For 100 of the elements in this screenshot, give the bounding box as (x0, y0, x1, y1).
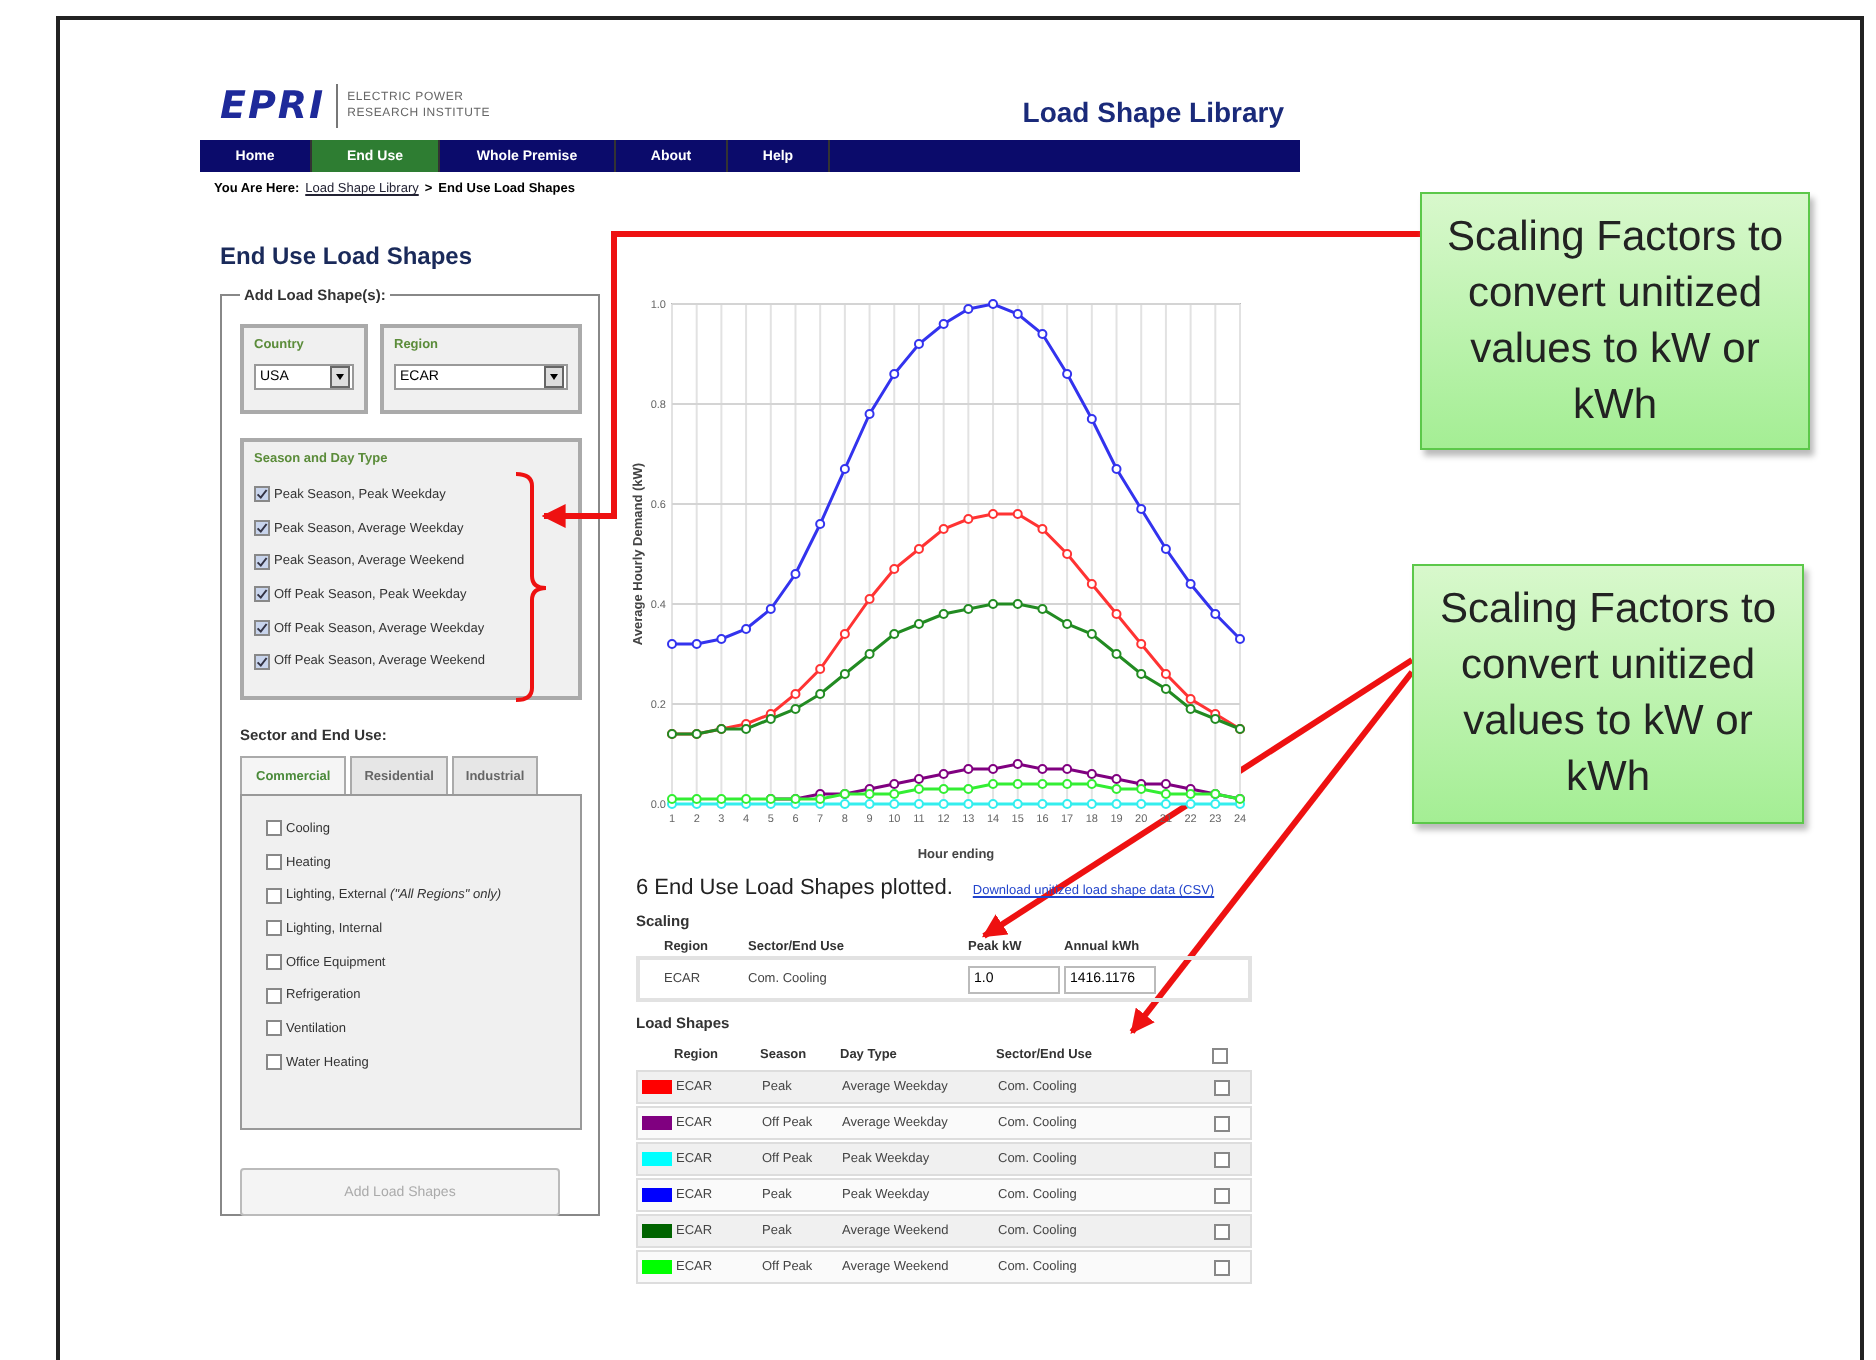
data-marker (741, 624, 752, 634)
data-marker (938, 769, 949, 779)
data-marker (815, 519, 826, 529)
checkbox[interactable] (266, 854, 282, 871)
data-marker (1136, 504, 1147, 514)
data-marker (1062, 619, 1073, 629)
checkbox[interactable] (1212, 1047, 1228, 1063)
data-marker (1111, 799, 1122, 809)
data-marker (1037, 604, 1048, 614)
data-marker (1012, 509, 1023, 519)
checkbox[interactable] (1214, 1223, 1230, 1239)
data-marker (815, 664, 826, 674)
data-marker (790, 569, 801, 579)
data-marker (1136, 669, 1147, 679)
data-marker (1086, 414, 1097, 424)
data-marker (839, 464, 850, 474)
checkbox[interactable] (254, 653, 270, 670)
data-marker (889, 369, 900, 379)
data-marker (963, 784, 974, 794)
checkbox[interactable] (254, 486, 270, 503)
data-marker (1037, 799, 1048, 809)
checkbox[interactable] (266, 1054, 282, 1071)
data-marker (988, 299, 999, 309)
checkbox[interactable] (254, 520, 270, 537)
data-marker (988, 764, 999, 774)
data-marker (864, 409, 875, 419)
results-heading: 6 End Use Load Shapes plotted. (636, 876, 953, 900)
data-marker (988, 599, 999, 609)
data-marker (1210, 609, 1221, 619)
data-marker (1160, 669, 1171, 679)
data-marker (938, 319, 949, 329)
checkbox[interactable] (1214, 1151, 1230, 1167)
checkbox[interactable] (254, 586, 270, 603)
data-marker (913, 799, 924, 809)
checkbox[interactable] (266, 920, 282, 937)
data-marker (1012, 309, 1023, 319)
checkbox[interactable] (266, 987, 282, 1004)
data-marker (938, 524, 949, 534)
data-marker (1086, 799, 1097, 809)
checkbox[interactable] (1214, 1115, 1230, 1131)
checkbox[interactable] (266, 820, 282, 837)
checkbox[interactable] (254, 553, 270, 570)
data-marker (988, 509, 999, 519)
checkbox[interactable] (266, 1020, 282, 1037)
data-marker (839, 629, 850, 639)
data-marker (889, 564, 900, 574)
data-marker (963, 304, 974, 314)
data-marker (988, 799, 999, 809)
data-marker (1160, 684, 1171, 694)
data-marker (1160, 544, 1171, 554)
data-marker (1012, 799, 1023, 809)
data-marker (765, 604, 776, 614)
data-marker (963, 764, 974, 774)
data-marker (1086, 579, 1097, 589)
data-marker (839, 669, 850, 679)
data-marker (1062, 799, 1073, 809)
data-marker (1136, 799, 1147, 809)
data-marker (913, 339, 924, 349)
checkbox[interactable] (266, 954, 282, 971)
data-marker (963, 514, 974, 524)
data-marker (864, 594, 875, 604)
data-marker (790, 704, 801, 714)
data-marker (1062, 369, 1073, 379)
data-marker (1111, 609, 1122, 619)
data-marker (1037, 764, 1048, 774)
checkbox[interactable] (1214, 1187, 1230, 1203)
callout-box: Scaling Factors to convert unitized values to kW or kWh (1412, 564, 1804, 824)
data-marker (913, 544, 924, 554)
checkbox[interactable] (254, 620, 270, 637)
data-marker (889, 629, 900, 639)
data-marker (1086, 629, 1097, 639)
data-marker (1037, 524, 1048, 534)
checkbox[interactable] (266, 887, 282, 904)
data-marker (963, 799, 974, 809)
data-marker (790, 689, 801, 699)
data-marker (667, 639, 677, 649)
data-marker (691, 639, 702, 649)
data-marker (1037, 329, 1048, 339)
data-marker (1136, 639, 1147, 649)
data-marker (938, 784, 949, 794)
data-marker (1062, 779, 1073, 789)
checkbox[interactable] (1214, 1079, 1230, 1095)
section-title: End Use Load Shapes (220, 242, 475, 270)
data-marker (1111, 649, 1122, 659)
data-marker (1111, 464, 1122, 474)
data-marker (988, 779, 999, 789)
data-marker (1235, 634, 1245, 644)
data-marker (1012, 759, 1023, 769)
data-marker (1062, 549, 1073, 559)
checkbox[interactable] (1214, 1259, 1230, 1275)
data-marker (1037, 779, 1048, 789)
data-marker (1185, 579, 1196, 589)
data-marker (1012, 779, 1023, 789)
data-marker (963, 604, 974, 614)
data-marker (1012, 599, 1023, 609)
data-marker (938, 609, 949, 619)
logo-mark: EPRI (220, 84, 338, 128)
data-marker (1062, 764, 1073, 774)
data-marker (913, 619, 924, 629)
data-marker (716, 634, 727, 644)
